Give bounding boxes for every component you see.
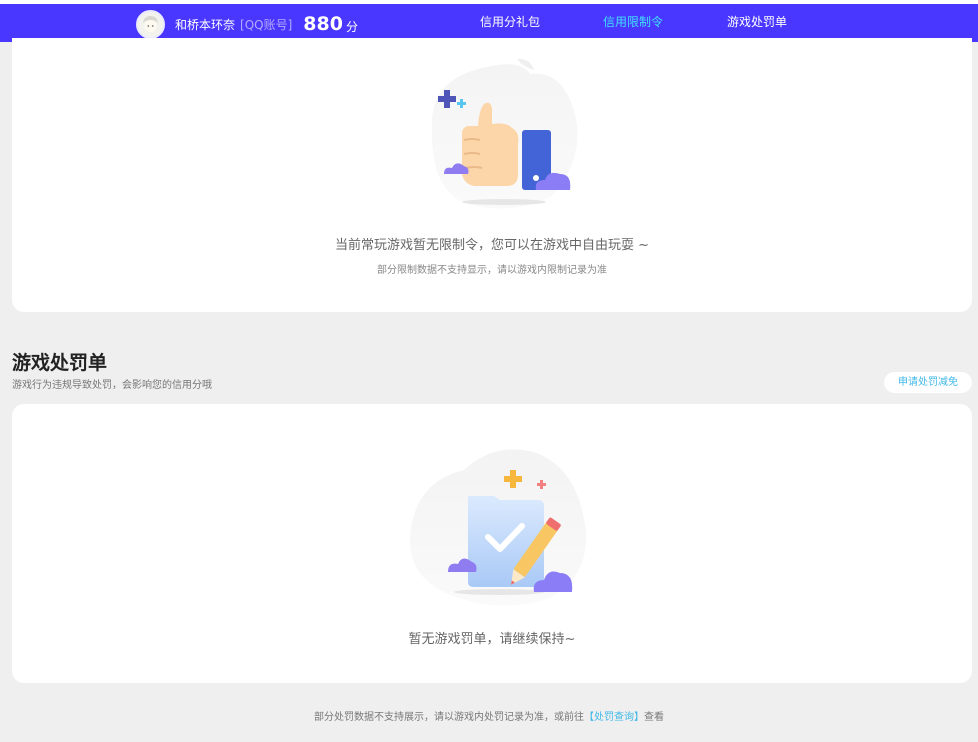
account-type: [QQ账号] <box>240 17 293 32</box>
restriction-card: 当前常玩游戏暂无限制令，您可以在游戏中自由玩耍 ~ 部分限制数据不支持显示，请以… <box>12 38 972 312</box>
restriction-empty-message: 当前常玩游戏暂无限制令，您可以在游戏中自由玩耍 ~ <box>334 238 650 253</box>
user-info: 和桥本环奈 [QQ账号] 880 分 <box>136 9 358 39</box>
nickname: 和桥本环奈 <box>175 17 236 32</box>
empty-document-illustration <box>409 449 587 606</box>
restriction-empty-note: 部分限制数据不支持显示，请以游戏内限制记录为准 <box>377 265 607 276</box>
avatar-image <box>138 11 163 37</box>
penalty-empty-message: 暂无游戏罚单，请继续保持~ <box>408 632 576 647</box>
tab-credit-gift[interactable]: 信用分礼包 <box>480 4 540 42</box>
section-title-penalty: 游戏处罚单 <box>12 352 108 374</box>
credit-score: 880 <box>303 13 343 35</box>
avatar[interactable] <box>136 9 165 39</box>
footer-note: 部分处罚数据不支持展示，请以游戏内处罚记录为准，或前往【处罚查询】查看 <box>0 708 978 723</box>
top-nav-bar: 和桥本环奈 [QQ账号] 880 分 信用分礼包 信用限制令 游戏处罚单 <box>0 0 978 42</box>
credit-score-unit: 分 <box>345 19 358 34</box>
tab-credit-restriction[interactable]: 信用限制令 <box>603 4 664 42</box>
apply-penalty-reduction-button[interactable]: 申请处罚减免 <box>884 372 972 393</box>
section-description-penalty: 游戏行为违规导致处罚，会影响您的信用分哦 <box>12 380 212 391</box>
penalty-query-link[interactable]: 【处罚查询】 <box>584 712 644 723</box>
penalty-card: 暂无游戏罚单，请继续保持~ <box>12 404 972 683</box>
tab-game-penalty[interactable]: 游戏处罚单 <box>727 4 787 42</box>
thumbs-up-illustration <box>431 58 578 209</box>
footer-text-before: 部分处罚数据不支持展示，请以游戏内处罚记录为准，或前往 <box>314 712 584 723</box>
footer-text-after: 查看 <box>644 712 664 723</box>
